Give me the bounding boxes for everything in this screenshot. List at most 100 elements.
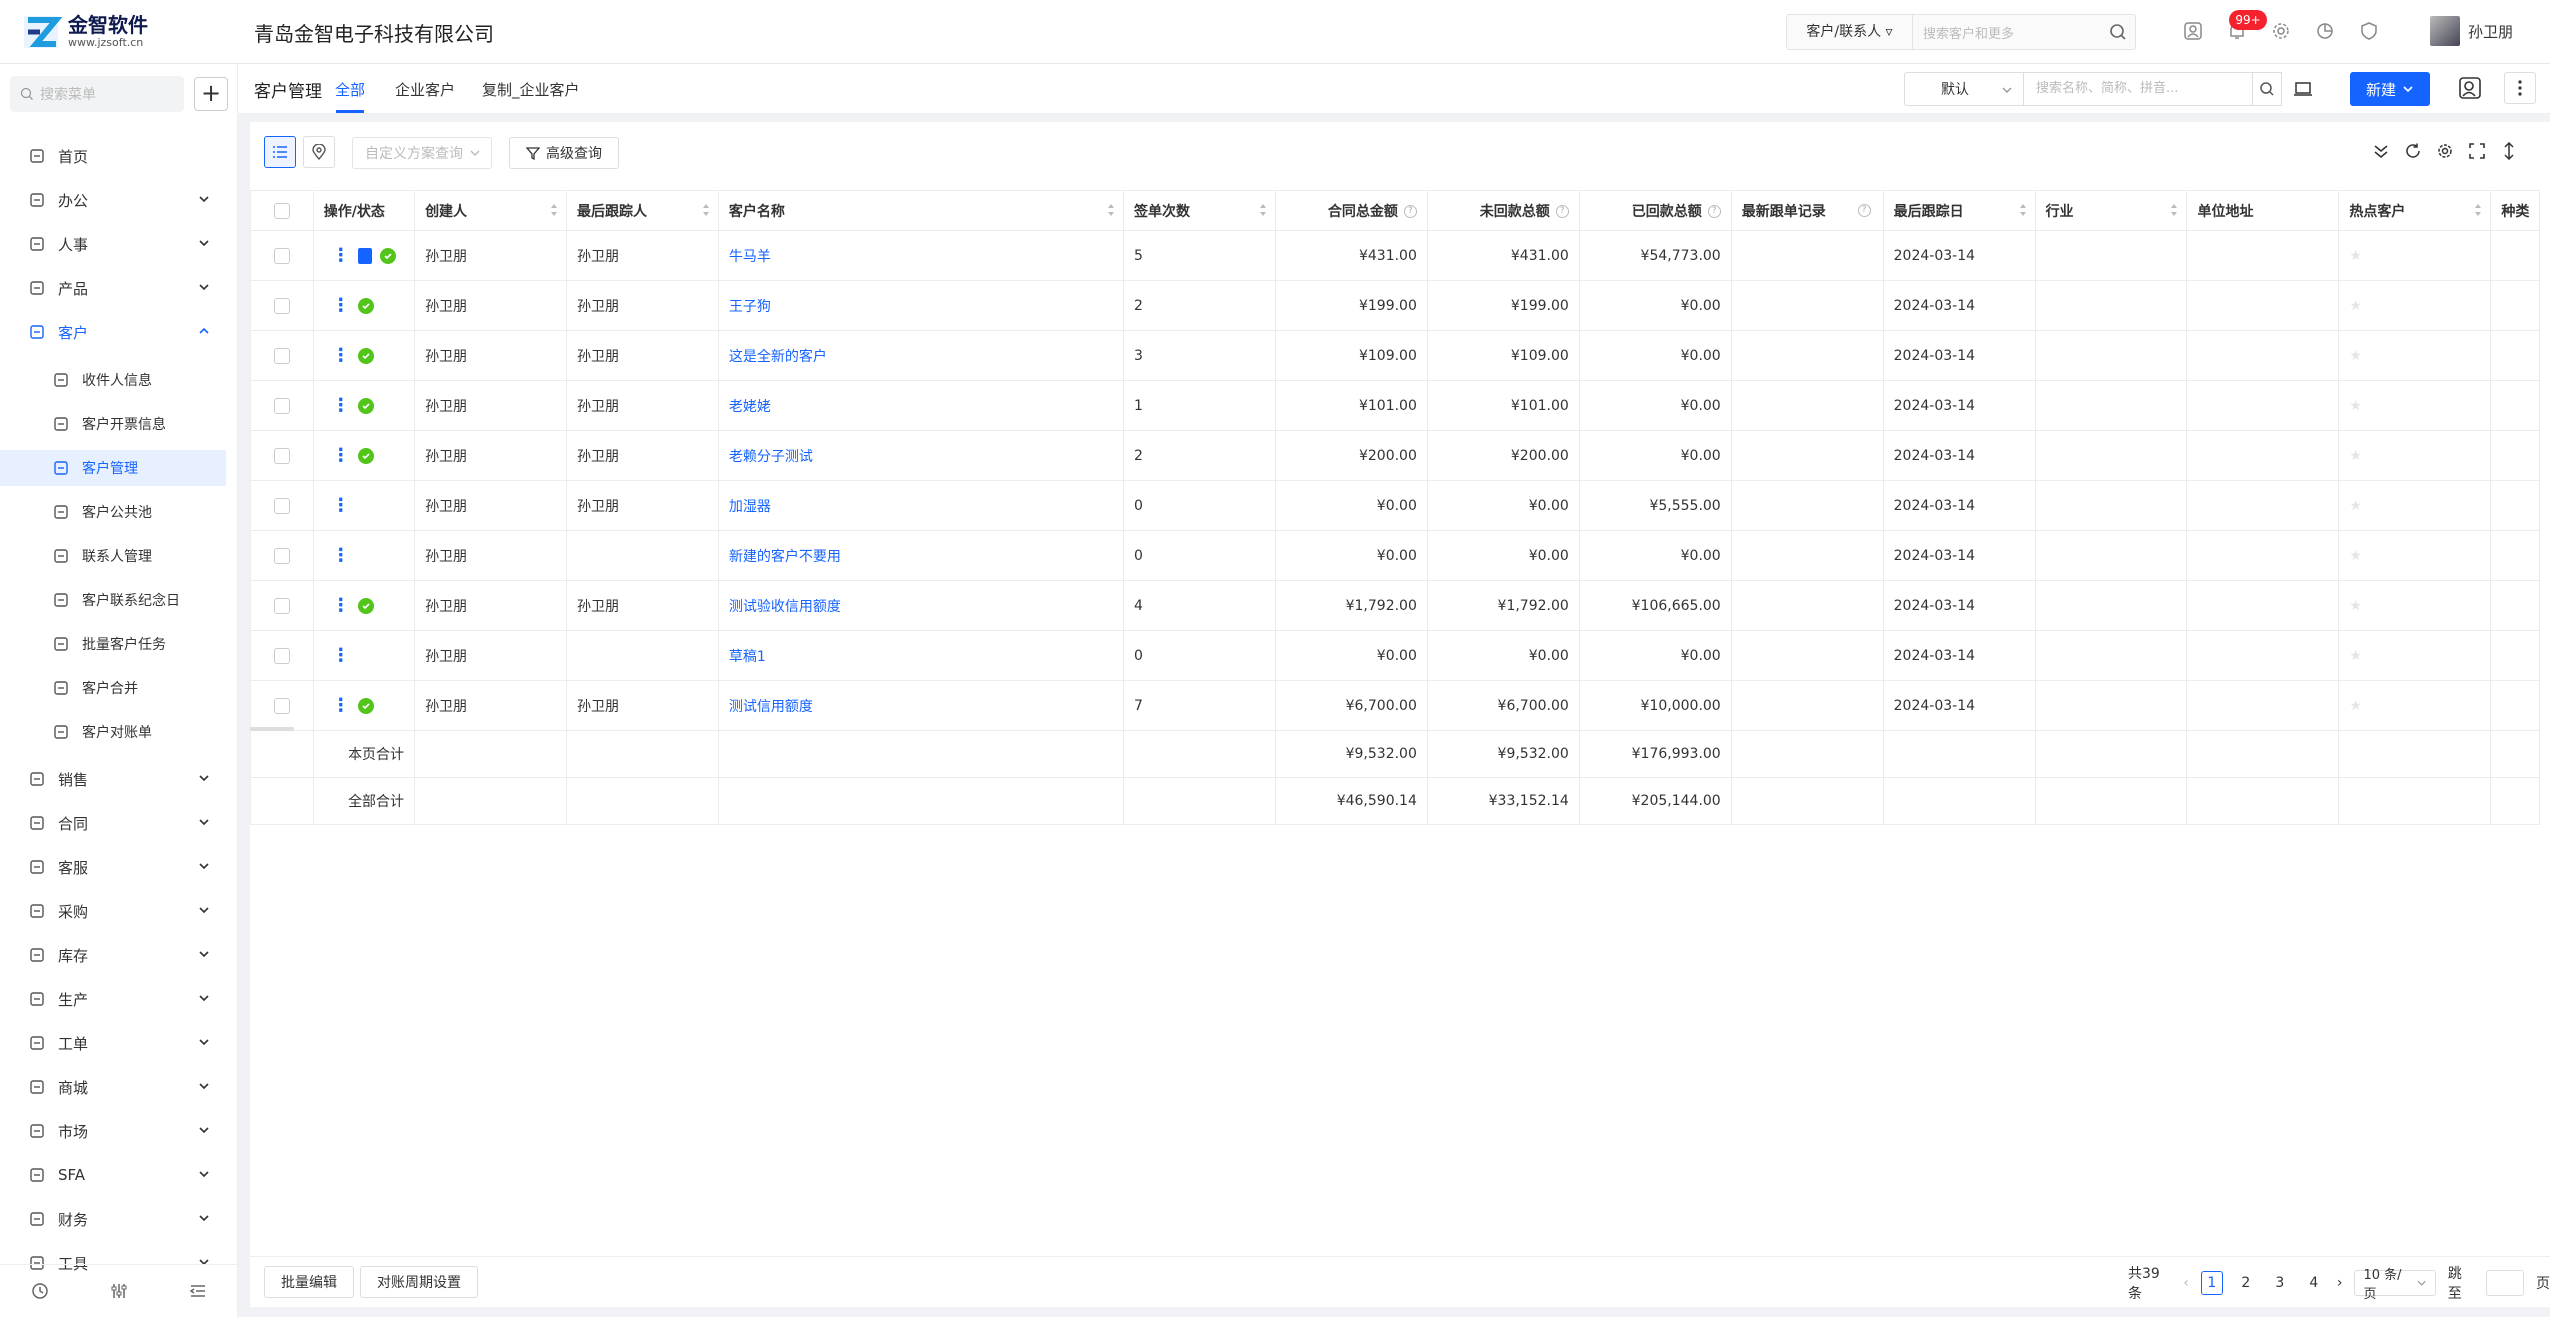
row-checkbox-cell[interactable] — [250, 580, 314, 631]
sidebar-item-2[interactable]: 人事 — [0, 226, 226, 262]
hot-star-icon[interactable]: ★ — [2349, 498, 2362, 514]
row-checkbox[interactable] — [273, 447, 290, 464]
hot-star-icon[interactable]: ★ — [2349, 348, 2362, 364]
sidebar-item-0[interactable]: 首页 — [0, 138, 226, 174]
more-actions-icon[interactable]: ⋮ — [332, 346, 350, 364]
new-button[interactable]: 新建 — [2350, 72, 2430, 106]
gear-icon[interactable] — [2270, 20, 2292, 42]
sidebar-item-18[interactable]: 库存 — [0, 937, 226, 973]
sidebar-item-13[interactable]: 客户对账单 — [0, 714, 226, 750]
row-checkbox[interactable] — [273, 597, 290, 614]
sidebar-item-5[interactable]: 收件人信息 — [0, 362, 226, 398]
document-icon[interactable] — [357, 247, 372, 264]
hot-star-icon[interactable]: ★ — [2349, 298, 2362, 314]
collapse-all-icon[interactable] — [2370, 140, 2392, 162]
row-checkbox-cell[interactable] — [250, 480, 314, 531]
page-size-select[interactable]: 10 条/页 — [2354, 1268, 2436, 1302]
row-checkbox[interactable] — [273, 397, 290, 414]
row-checkbox[interactable] — [273, 697, 290, 714]
more-actions-icon[interactable]: ⋮ — [332, 296, 350, 314]
page-1[interactable]: 1 — [2200, 1271, 2223, 1295]
row-checkbox-cell[interactable] — [250, 230, 314, 281]
table-row[interactable]: ⋮ 孙卫朋 草稿1 0 ¥0.00 ¥0.00 ¥0.00 2024-03-14 ★ — [250, 630, 2540, 681]
sidebar-item-16[interactable]: 客服 — [0, 849, 226, 885]
row-checkbox-cell[interactable] — [250, 430, 314, 481]
more-actions-icon[interactable]: ⋮ — [332, 696, 350, 714]
hot-star-icon[interactable]: ★ — [2349, 248, 2362, 264]
table-row[interactable]: ⋮ 孙卫朋 新建的客户不要用 0 ¥0.00 ¥0.00 ¥0.00 2024-03-14 ★ — [250, 530, 2540, 581]
history-icon[interactable] — [30, 1281, 50, 1301]
customer-name-link[interactable]: 草稿1 — [729, 649, 766, 665]
more-options-button[interactable] — [2504, 72, 2536, 104]
row-checkbox-cell[interactable] — [250, 280, 314, 331]
custom-scheme-select[interactable]: 自定义方案查询 — [352, 137, 492, 169]
monitor-icon[interactable] — [2292, 78, 2314, 100]
col-header-creator[interactable]: 创建人 — [414, 190, 567, 231]
help-icon[interactable]: ? — [1403, 205, 1417, 218]
sidebar-item-14[interactable]: 销售 — [0, 761, 226, 797]
row-checkbox[interactable] — [273, 247, 290, 264]
row-checkbox[interactable] — [273, 497, 290, 514]
sidebar-item-8[interactable]: 客户公共池 — [0, 494, 226, 530]
customer-name-link[interactable]: 这是全新的客户 — [729, 349, 827, 365]
select-all-checkbox[interactable] — [273, 202, 290, 219]
add-menu-button[interactable]: + — [194, 77, 228, 111]
global-search[interactable]: 客户/联系人 ▿ 搜索客户和更多 — [1786, 14, 2136, 50]
customer-name-link[interactable]: 测试验收信用额度 — [729, 599, 841, 615]
sidebar-item-20[interactable]: 工单 — [0, 1025, 226, 1061]
sidebar-item-4[interactable]: 客户 — [0, 314, 226, 350]
row-checkbox-cell[interactable] — [250, 630, 314, 681]
col-header-sign-count[interactable]: 签单次数 — [1123, 190, 1276, 231]
global-search-input[interactable]: 搜索客户和更多 — [1913, 23, 2101, 42]
help-icon[interactable]: ? — [1555, 205, 1569, 218]
collapse-menu-icon[interactable] — [188, 1281, 208, 1301]
table-row[interactable]: ⋮ 孙卫朋 孙卫朋 牛马羊 5 ¥431.00 ¥431.00 ¥54,773.00 2024-… — [250, 230, 2540, 281]
sort-icon[interactable] — [2170, 203, 2178, 217]
contacts-icon[interactable] — [2182, 20, 2204, 42]
search-scope-select[interactable]: 客户/联系人 ▿ — [1787, 15, 1913, 49]
sidebar-item-1[interactable]: 办公 — [0, 182, 226, 218]
pie-chart-icon[interactable] — [2314, 20, 2336, 42]
hot-star-icon[interactable]: ★ — [2349, 398, 2362, 414]
sort-icon[interactable] — [1107, 203, 1115, 217]
batch-edit-button[interactable]: 批量编辑 — [264, 1266, 354, 1298]
sidebar-item-22[interactable]: 市场 — [0, 1113, 226, 1149]
horizontal-scrollbar[interactable] — [250, 727, 294, 731]
sort-icon[interactable] — [550, 203, 558, 217]
sort-icon[interactable] — [2474, 203, 2482, 217]
tab-copy-enterprise-customer[interactable]: 复制_企业客户 — [482, 79, 580, 100]
next-page-icon[interactable]: › — [2337, 1275, 2343, 1291]
hot-star-icon[interactable]: ★ — [2349, 648, 2362, 664]
customer-profile-icon[interactable] — [2456, 74, 2484, 102]
quick-search-input[interactable]: 搜索名称、简称、拼音... — [2023, 72, 2253, 106]
row-checkbox-cell[interactable] — [250, 330, 314, 381]
hot-star-icon[interactable]: ★ — [2349, 448, 2362, 464]
hot-star-icon[interactable]: ★ — [2349, 698, 2362, 714]
hot-star-icon[interactable]: ★ — [2349, 598, 2362, 614]
more-actions-icon[interactable]: ⋮ — [332, 396, 350, 414]
sort-icon[interactable] — [1259, 203, 1267, 217]
refresh-icon[interactable] — [2402, 140, 2424, 162]
table-row[interactable]: ⋮ 孙卫朋 孙卫朋 测试验收信用额度 4 ¥1,792.00 ¥1,792.00 ¥106,6… — [250, 580, 2540, 631]
row-checkbox[interactable] — [273, 547, 290, 564]
customer-name-link[interactable]: 测试信用额度 — [729, 699, 813, 715]
user-name[interactable]: 孙卫朋 — [2468, 21, 2513, 42]
tab-enterprise-customer[interactable]: 企业客户 — [395, 79, 455, 100]
customer-name-link[interactable]: 加湿器 — [729, 499, 771, 515]
sort-icon[interactable] — [2019, 203, 2027, 217]
sidebar-item-12[interactable]: 客户合并 — [0, 670, 226, 706]
row-checkbox-cell[interactable] — [250, 530, 314, 581]
more-actions-icon[interactable]: ⋮ — [332, 446, 350, 464]
view-select[interactable]: 默认 — [1904, 72, 2024, 106]
customer-name-link[interactable]: 牛马羊 — [729, 249, 771, 265]
customer-name-link[interactable]: 老赖分子测试 — [729, 449, 813, 465]
search-icon[interactable] — [2101, 23, 2135, 41]
advanced-query-button[interactable]: 高级查询 — [509, 137, 619, 169]
customer-name-link[interactable]: 老姥姥 — [729, 399, 771, 415]
col-header-industry[interactable]: 行业 — [2034, 190, 2188, 231]
sidebar-item-3[interactable]: 产品 — [0, 270, 226, 306]
page-4[interactable]: 4 — [2303, 1271, 2325, 1295]
select-all-checkbox-cell[interactable] — [250, 190, 314, 231]
more-actions-icon[interactable]: ⋮ — [332, 546, 350, 564]
map-view-button[interactable] — [303, 136, 335, 168]
